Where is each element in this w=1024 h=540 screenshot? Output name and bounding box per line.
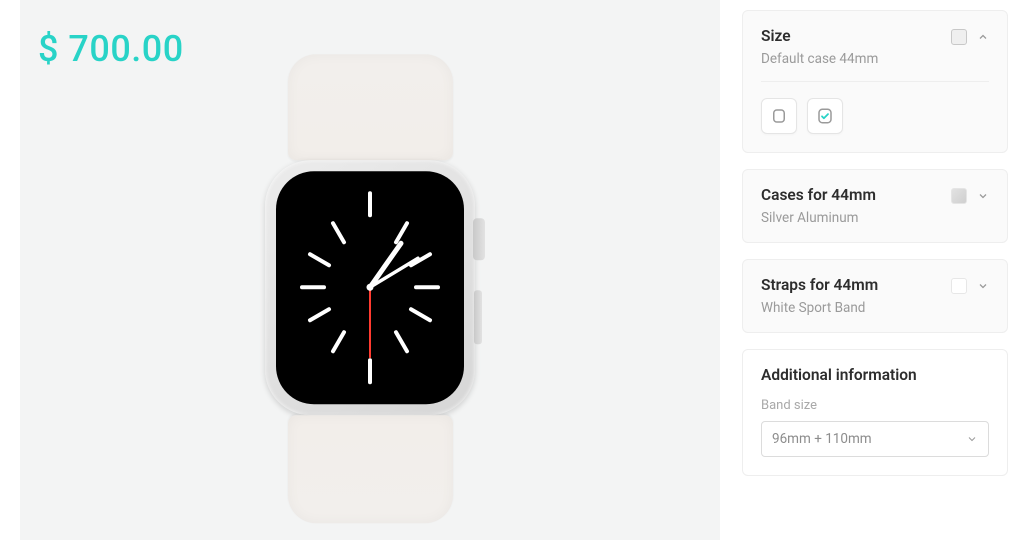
panel-additional-info: Additional information Band size 96mm + … bbox=[742, 349, 1008, 476]
price: $ 700.00 bbox=[38, 28, 184, 70]
divider bbox=[761, 81, 989, 82]
strap-swatch-icon bbox=[951, 278, 967, 294]
case-swatch-icon bbox=[951, 188, 967, 204]
panel-case-subtitle: Silver Aluminum bbox=[761, 210, 943, 226]
product-image-area: $ 700.00 bbox=[20, 0, 720, 540]
additional-info-title: Additional information bbox=[761, 366, 989, 384]
chevron-down-icon[interactable] bbox=[977, 280, 989, 292]
chevron-up-icon[interactable] bbox=[977, 31, 989, 43]
product-watch-illustration bbox=[265, 54, 475, 523]
watch-face bbox=[276, 171, 464, 404]
panel-strap[interactable]: Straps for 44mm White Sport Band bbox=[742, 259, 1008, 333]
watch-side-button bbox=[474, 290, 482, 344]
panel-case-title: Cases for 44mm bbox=[761, 186, 943, 204]
watch-band-top bbox=[288, 54, 453, 160]
panel-size-header[interactable]: Size Default case 44mm bbox=[761, 27, 989, 67]
panel-size-subtitle: Default case 44mm bbox=[761, 51, 943, 67]
size-option-40mm[interactable] bbox=[761, 98, 797, 134]
panel-case[interactable]: Cases for 44mm Silver Aluminum bbox=[742, 169, 1008, 243]
band-size-label: Band size bbox=[761, 398, 989, 413]
watch-case bbox=[265, 160, 475, 415]
watch-band-bottom bbox=[288, 415, 453, 523]
size-swatch-icon bbox=[951, 29, 967, 45]
band-size-value: 96mm + 110mm bbox=[772, 431, 872, 447]
panel-strap-title: Straps for 44mm bbox=[761, 276, 943, 294]
config-sidebar: Size Default case 44mm bbox=[742, 0, 1008, 540]
size-options bbox=[761, 98, 989, 134]
chevron-down-icon[interactable] bbox=[977, 190, 989, 202]
chevron-down-icon bbox=[966, 433, 978, 445]
panel-size: Size Default case 44mm bbox=[742, 10, 1008, 153]
panel-size-title: Size bbox=[761, 27, 943, 45]
panel-strap-subtitle: White Sport Band bbox=[761, 300, 943, 316]
size-option-44mm[interactable] bbox=[807, 98, 843, 134]
band-size-select[interactable]: 96mm + 110mm bbox=[761, 421, 989, 457]
watch-crown bbox=[473, 218, 485, 260]
